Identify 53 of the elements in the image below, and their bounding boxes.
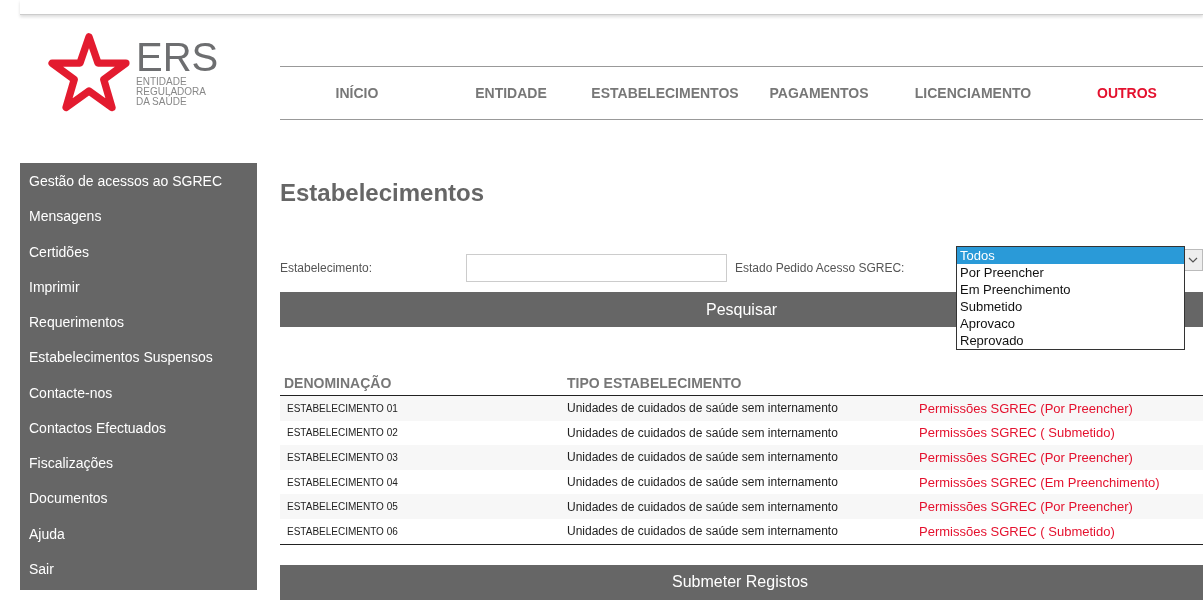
table-cell-text: Unidades de cuidados de saúde sem internamento (567, 401, 839, 416)
table-cell-text: ESTABELECIMENTO 05 (286, 501, 399, 513)
submit-button[interactable]: Submeter Registos (280, 564, 1203, 600)
sidebar-item[interactable]: Mensagens (20, 202, 257, 238)
nav-link[interactable]: OUTROS (1050, 85, 1203, 101)
field-label: Estado Pedido Acesso SGREC: (735, 261, 906, 275)
table-cell-text: Unidades de cuidados de saúde sem internamento (567, 475, 839, 490)
column-header: DENOMINAÇÃO (283, 375, 393, 391)
column-header: TIPO ESTABELECIMENTO (567, 375, 743, 391)
logo-subtitle: ENTIDADE (136, 77, 188, 87)
sidebar-item[interactable]: Requerimentos (20, 308, 257, 344)
table-cell-text: Unidades de cuidados de saúde sem internamento (567, 425, 839, 440)
table-cell-text: ESTABELECIMENTO 06 (286, 525, 399, 537)
sidebar-item[interactable]: Fiscalizações (20, 449, 257, 485)
logo-subtitle: REGULADORA (136, 87, 207, 97)
sidebar-item[interactable]: Imprimir (20, 272, 257, 308)
nav-link[interactable]: LICENCIAMENTO (896, 85, 1050, 101)
nav-link[interactable]: INÍCIO (280, 85, 434, 101)
logo-name: ERS (136, 37, 219, 77)
table-cell-text: ESTABELECIMENTO 03 (286, 452, 399, 463)
sidebar-item[interactable]: Contactos Efectuados (20, 413, 257, 449)
sidebar-item[interactable]: Ajuda (20, 519, 257, 555)
permissions-link[interactable]: Permissões SGREC (Por Preencher) (919, 400, 1133, 416)
dropdown-option[interactable]: Submetido (957, 298, 1184, 315)
logo-subtitle: DA SAÚDE (136, 97, 187, 107)
nav-link[interactable]: ESTABELECIMENTOS (588, 85, 742, 101)
permissions-link[interactable]: Permissões SGREC ( Submetido) (919, 425, 1115, 441)
table-cell-text: ESTABELECIMENTO 02 (286, 427, 399, 439)
sidebar-item[interactable]: Estabelecimentos Suspensos (20, 343, 257, 379)
sidebar-item[interactable]: Documentos (20, 484, 257, 520)
table-cell-text: Unidades de cuidados de saúde sem internamento (567, 450, 839, 465)
permissions-link[interactable]: Permissões SGREC (Por Preencher) (919, 450, 1133, 465)
dropdown-option[interactable]: Todos (957, 247, 1184, 264)
permissions-link[interactable]: Permissões SGREC (Por Preencher) (919, 499, 1133, 515)
sidebar-item[interactable]: Gestão de acessos ao SGREC (20, 167, 257, 203)
page-title: Estabelecimentos (280, 179, 486, 208)
sidebar-item[interactable]: Sair (20, 554, 257, 590)
sidebar-item[interactable]: Certidões (20, 237, 257, 273)
table-cell-text: Unidades de cuidados de saúde sem internamento (567, 524, 839, 539)
sidebar-item[interactable]: Contacte-nos (20, 378, 257, 414)
nav-link[interactable]: PAGAMENTOS (742, 85, 896, 101)
table-cell-text: ESTABELECIMENTO 01 (286, 402, 399, 414)
nav-link[interactable]: ENTIDADE (434, 85, 588, 101)
dropdown-option[interactable]: Reprovado (957, 332, 1184, 349)
table-cell-text: ESTABELECIMENTO 04 (286, 476, 399, 488)
dropdown-button[interactable] (1183, 249, 1203, 271)
input-field[interactable] (466, 254, 727, 282)
permissions-link[interactable]: Permissões SGREC (Em Preenchimento) (919, 474, 1160, 490)
field-label: Estabelecimento: (280, 261, 374, 275)
dropdown-option[interactable]: Por Preencher (957, 264, 1184, 281)
permissions-link[interactable]: Permissões SGREC ( Submetido) (919, 523, 1115, 539)
chevron-down-icon (1188, 257, 1198, 263)
table-cell-text: Unidades de cuidados de saúde sem internamento (567, 499, 839, 514)
